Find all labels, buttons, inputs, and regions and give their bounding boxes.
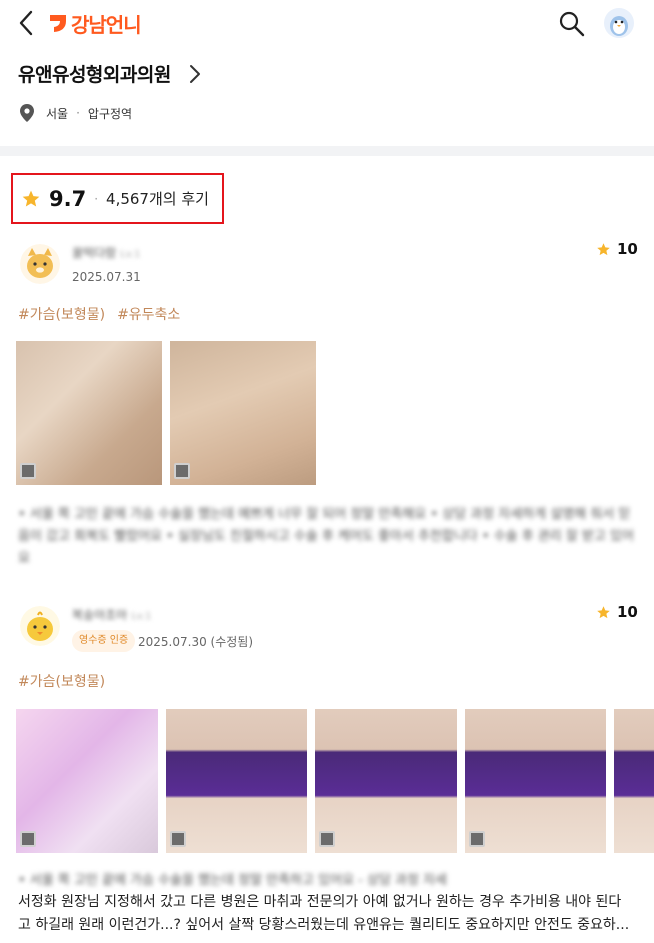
review-photo[interactable] [16, 709, 158, 853]
nickname-text: 복숭아조아 [72, 608, 128, 622]
reviewer-avatar [20, 244, 60, 284]
hospital-name: 유앤유성형외과의원 [18, 64, 171, 86]
review-photo[interactable] [614, 709, 654, 853]
review-text-line: 서정화 원장님 지정해서 갔고 다른 병원은 마취과 전문의가 아예 없거나 원… [18, 894, 622, 910]
score-value: 10 [617, 240, 638, 258]
chevron-right-icon [189, 64, 200, 83]
review-score: 10 [596, 240, 638, 258]
review-date: 2025.07.31 [72, 270, 141, 284]
tag-nipple-reduction[interactable]: #유두축소 [117, 304, 180, 324]
photo-badge-icon [20, 831, 36, 847]
review-photos [16, 709, 654, 853]
photo-badge-icon [468, 831, 485, 847]
rating-summary: 9.7 · 4,567개의 후기 [11, 173, 224, 224]
review-photo[interactable] [464, 709, 606, 853]
logo-text: 강남언니 [71, 12, 142, 37]
photo-badge-icon [20, 463, 36, 479]
logo-mark-icon [50, 15, 66, 32]
reviewer-avatar [20, 606, 60, 646]
star-icon [597, 242, 610, 255]
review-date: 2025.07.30 (수정됨) [138, 635, 254, 649]
location-pin-icon [20, 104, 34, 122]
review-photo[interactable] [170, 341, 316, 485]
search-icon[interactable] [558, 10, 586, 38]
photo-badge-icon [174, 463, 190, 479]
app-logo[interactable]: 강남언니 [48, 9, 142, 37]
receipt-verified-badge: 영수증 인증 [72, 630, 136, 652]
hospital-title-link[interactable]: 유앤유성형외과의원 [18, 60, 205, 87]
review-count: 4,567개의 후기 [106, 190, 209, 208]
star-icon [22, 190, 40, 206]
nickname-text: 꿀떡다람 [72, 246, 117, 260]
photo-badge-icon [169, 831, 186, 847]
reviewer-level: Lv.1 [120, 249, 141, 260]
profile-avatar[interactable] [604, 8, 634, 38]
review-photo[interactable] [16, 341, 162, 485]
review-photos [16, 341, 316, 485]
review-tags: #가슴(보형물) [18, 671, 105, 691]
rating-separator: · [94, 191, 99, 206]
review-photo[interactable] [315, 709, 457, 853]
location-separator: · [76, 106, 80, 120]
star-icon [597, 605, 610, 618]
review-text-line: 고 하길래 원래 이런건가...? 싶어서 살짝 당황스러웠는데 유앤유는 퀄리… [18, 917, 630, 933]
rating-score: 9.7 [49, 186, 87, 211]
hospital-location: 서울 · 압구정역 [20, 104, 132, 122]
cat-avatar-icon [20, 244, 60, 284]
reviewer-nickname: 복숭아조아 Lv.1 [72, 606, 151, 623]
photo-badge-icon [319, 831, 335, 847]
tag-breast-implant[interactable]: #가슴(보형물) [18, 304, 105, 324]
back-arrow-icon[interactable] [14, 8, 40, 38]
review-text-blurred: • 서울 쪽 고민 끝에 가슴 수술을 했는데 정말 만족하고 있어요 - 상담… [18, 873, 448, 888]
reviewer-level: Lv.1 [131, 611, 152, 622]
chick-avatar-icon [20, 606, 60, 646]
review-tags: #가슴(보형물) #유두축소 [18, 304, 180, 324]
reviewer-nickname: 꿀떡다람 Lv.1 [72, 244, 140, 261]
top-bar: 강남언니 [0, 0, 654, 46]
review-photo[interactable] [165, 709, 307, 853]
tag-breast-implant[interactable]: #가슴(보형물) [18, 671, 105, 691]
penguin-avatar-icon [604, 8, 634, 38]
review-text-blurred: • 서울 쪽 고민 끝에 가슴 수술을 했는데 예쁘게 너무 잘 되어 정말 만… [18, 507, 634, 566]
location-station: 압구정역 [87, 106, 133, 121]
score-value: 10 [617, 603, 638, 621]
location-city: 서울 [46, 106, 69, 121]
review-score: 10 [596, 603, 638, 621]
section-divider [0, 146, 654, 156]
